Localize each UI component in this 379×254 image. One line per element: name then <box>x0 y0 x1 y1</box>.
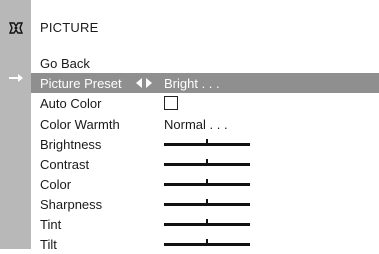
brightness-item[interactable]: Brightness <box>31 134 379 154</box>
contrast-slider[interactable] <box>164 159 250 166</box>
auto-color-label: Auto Color <box>40 96 102 111</box>
tilt-item[interactable]: Tilt <box>31 234 379 254</box>
picture-menu-icon <box>8 22 24 34</box>
sharpness-item[interactable]: Sharpness <box>31 194 379 214</box>
auto-color-item[interactable]: Auto Color <box>31 93 379 113</box>
slider-knob[interactable] <box>206 159 208 166</box>
right-arrow-icon <box>9 74 23 82</box>
tint-slider[interactable] <box>164 219 250 226</box>
sharpness-label: Sharpness <box>40 197 103 212</box>
slider-knob[interactable] <box>206 239 208 246</box>
auto-color-checkbox[interactable] <box>164 96 178 110</box>
picture-preset-value[interactable]: Bright . . . <box>164 76 220 91</box>
color-label: Color <box>40 177 72 192</box>
color-item[interactable]: Color <box>31 174 379 194</box>
tint-label: Tint <box>40 217 62 232</box>
menu-title: PICTURE <box>40 20 99 35</box>
sharpness-slider[interactable] <box>164 199 250 206</box>
brightness-slider[interactable] <box>164 139 250 146</box>
contrast-item[interactable]: Contrast <box>31 154 379 174</box>
go-back-item[interactable]: Go Back <box>31 53 379 73</box>
contrast-label: Contrast <box>40 157 90 172</box>
go-back-label: Go Back <box>40 56 90 71</box>
left-right-arrows-icon <box>136 78 152 88</box>
tilt-slider[interactable] <box>164 239 250 246</box>
tint-item[interactable]: Tint <box>31 214 379 234</box>
slider-knob[interactable] <box>206 179 208 186</box>
color-warmth-value[interactable]: Normal . . . <box>164 117 228 132</box>
tilt-label: Tilt <box>40 237 57 252</box>
slider-knob[interactable] <box>206 199 208 206</box>
picture-preset-label: Picture Preset <box>40 76 122 91</box>
picture-preset-item[interactable]: Picture Preset Bright . . . <box>31 73 379 93</box>
sidebar <box>0 0 31 249</box>
color-slider[interactable] <box>164 179 250 186</box>
slider-knob[interactable] <box>206 139 208 146</box>
color-warmth-label: Color Warmth <box>40 117 120 132</box>
brightness-label: Brightness <box>40 137 102 152</box>
slider-knob[interactable] <box>206 219 208 226</box>
color-warmth-item[interactable]: Color Warmth Normal . . . <box>31 114 379 134</box>
